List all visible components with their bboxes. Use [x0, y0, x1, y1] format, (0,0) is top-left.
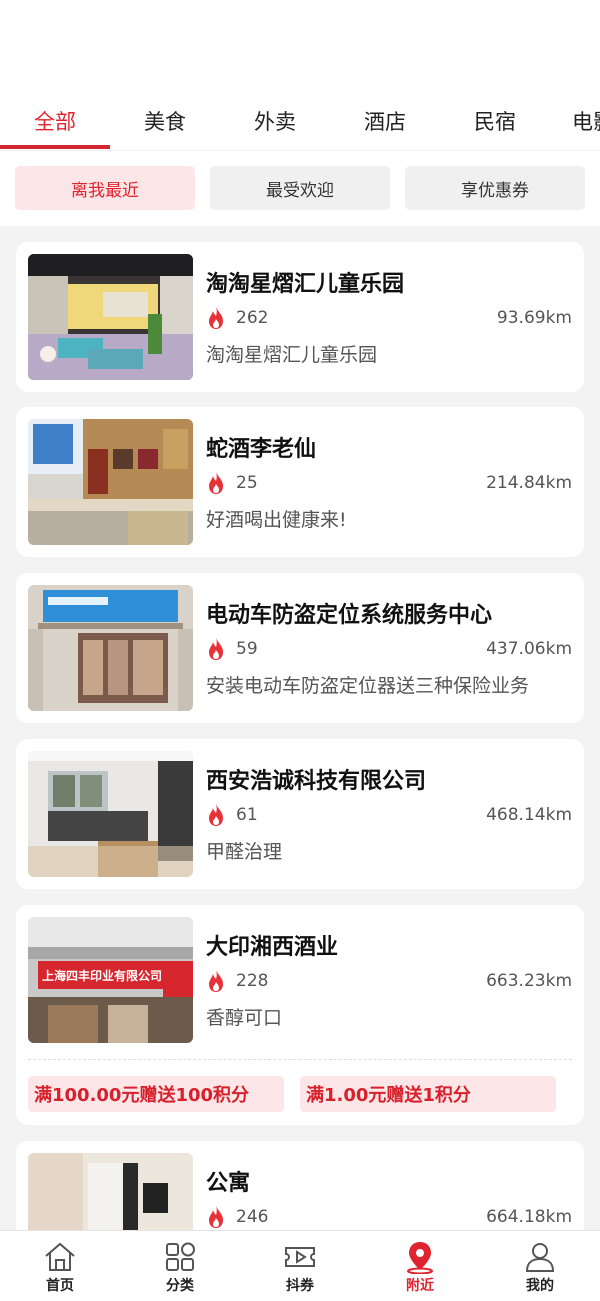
tabbar-label: 分类 [166, 1278, 194, 1294]
tab-hotel[interactable]: 酒店 [330, 92, 440, 150]
hot-count: 228 [236, 971, 269, 991]
tabbar-nearby[interactable]: 附近 [360, 1231, 480, 1301]
video-ticket-icon [285, 1247, 315, 1267]
tabbar-label: 附近 [406, 1278, 434, 1294]
hot-count: 246 [236, 1207, 269, 1227]
shop-card[interactable]: 上海四丰印业有限公司 大印湘西酒业 228 663.23km 香醇可口 满100… [16, 905, 584, 1125]
shop-description: 安装电动车防盗定位器送三种保险业务 [206, 675, 530, 697]
sign-text: 上海四丰印业有限公司 [42, 968, 162, 983]
flame-icon [209, 472, 223, 494]
distance: 214.84km [486, 473, 572, 493]
tabbar-label: 抖券 [286, 1278, 314, 1294]
tab-movie[interactable]: 电影 [550, 92, 600, 150]
shop-card[interactable]: 蛇酒李老仙 25 214.84km 好酒喝出健康来! [16, 407, 584, 557]
flame-icon [209, 970, 223, 992]
filter-popular[interactable]: 最受欢迎 [210, 166, 390, 210]
distance: 664.18km [486, 1207, 572, 1227]
shop-name: 大印湘西酒业 [206, 935, 339, 960]
shop-description: 甲醛治理 [206, 841, 283, 863]
hot-count: 61 [236, 805, 258, 825]
tabbar-label: 首页 [46, 1278, 74, 1294]
hot-count: 25 [236, 473, 258, 493]
distance: 468.14km [486, 805, 572, 825]
shop-photo [28, 585, 193, 711]
shop-card[interactable]: 电动车防盗定位系统服务中心 59 437.06km 安装电动车防盗定位器送三种保… [16, 573, 584, 723]
tabbar-home[interactable]: 首页 [0, 1231, 120, 1301]
shop-description: 香醇可口 [206, 1007, 283, 1029]
flame-icon [209, 307, 223, 329]
shop-name: 淘淘星熠汇儿童乐园 [206, 272, 405, 297]
promo-tag[interactable]: 满1.00元赠送1积分 [300, 1076, 556, 1112]
hot-count: 59 [236, 639, 258, 659]
shop-photo: 上海四丰印业有限公司 [28, 917, 193, 1043]
distance: 663.23km [486, 971, 572, 991]
location-pin-icon [407, 1242, 433, 1274]
home-icon [45, 1242, 75, 1271]
tabbar-mine[interactable]: 我的 [480, 1231, 600, 1301]
shop-photo [28, 254, 193, 380]
tab-all[interactable]: 全部 [0, 92, 110, 150]
user-icon [525, 1243, 555, 1272]
shop-description: 好酒喝出健康来! [206, 509, 347, 531]
tab-food[interactable]: 美食 [110, 92, 220, 150]
sort-filters: 离我最近 最受欢迎 享优惠券 [0, 150, 600, 226]
shop-name: 电动车防盗定位系统服务中心 [206, 603, 493, 628]
shop-description: 淘淘星熠汇儿童乐园 [206, 344, 378, 366]
shop-photo [28, 751, 193, 877]
flame-icon [209, 1206, 223, 1228]
tabbar-label: 我的 [526, 1278, 554, 1294]
shop-card[interactable]: 西安浩诚科技有限公司 61 468.14km 甲醛治理 [16, 739, 584, 889]
flame-icon [209, 638, 223, 660]
tabbar-video-coupon[interactable]: 抖券 [240, 1231, 360, 1301]
status-bar-area [0, 0, 600, 92]
category-tabs: 全部 美食 外卖 酒店 民宿 电影 [0, 92, 600, 150]
bottom-tab-bar: 首页 分类 抖券 附近 我的 [0, 1230, 600, 1301]
distance: 437.06km [486, 639, 572, 659]
shop-name: 蛇酒李老仙 [206, 437, 317, 462]
distance: 93.69km [496, 308, 572, 328]
shop-card[interactable]: 淘淘星熠汇儿童乐园 262 93.69km 淘淘星熠汇儿童乐园 [16, 242, 584, 392]
shop-name: 公寓 [206, 1171, 251, 1196]
divider [28, 1059, 572, 1060]
active-tab-indicator [0, 145, 110, 149]
shop-name: 西安浩诚科技有限公司 [206, 769, 427, 794]
filter-coupon[interactable]: 享优惠券 [405, 166, 585, 210]
flame-icon [209, 804, 223, 826]
tab-takeout[interactable]: 外卖 [220, 92, 330, 150]
tab-homestay[interactable]: 民宿 [440, 92, 550, 150]
shop-photo [28, 419, 193, 545]
promo-tag[interactable]: 满100.00元赠送100积分 [28, 1076, 284, 1112]
hot-count: 262 [236, 308, 269, 328]
filter-nearest[interactable]: 离我最近 [15, 166, 195, 210]
category-icon [166, 1242, 195, 1271]
tabbar-category[interactable]: 分类 [120, 1231, 240, 1301]
